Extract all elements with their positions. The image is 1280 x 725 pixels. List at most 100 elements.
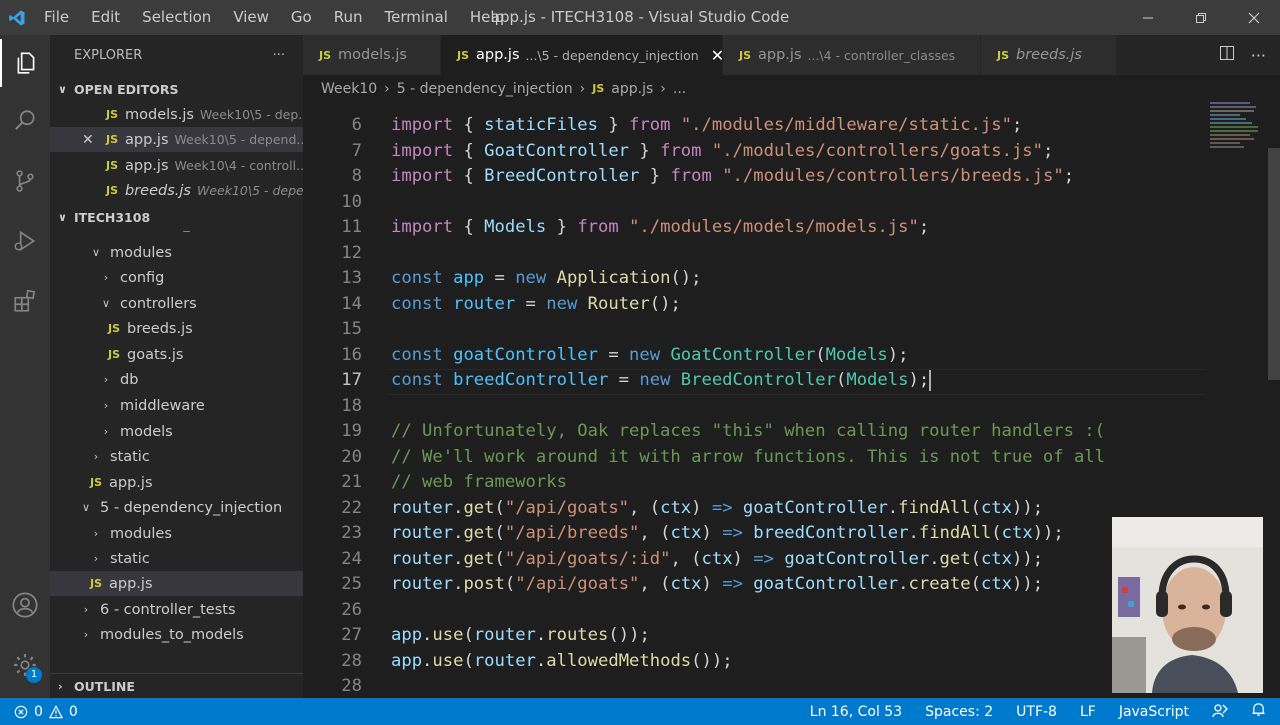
notifications-button[interactable] xyxy=(1251,702,1266,721)
breadcrumb-separator: › xyxy=(660,80,666,97)
line-number: 22 xyxy=(341,498,362,518)
chevron-right-icon: › xyxy=(103,271,109,284)
close-editor-icon[interactable]: ✕ xyxy=(82,132,94,148)
code-line: 15 xyxy=(303,317,1280,343)
tree-folder[interactable]: › modules_to_models xyxy=(50,622,303,647)
tree-folder[interactable]: › 6 - controller_tests xyxy=(50,597,303,622)
activity-search[interactable] xyxy=(0,97,50,145)
menu-help[interactable]: Help xyxy=(459,0,515,35)
status-right: Ln 16, Col 53 Spaces: 2 UTF-8 LF JavaScr… xyxy=(810,698,1266,725)
tab-path: ...\4 - controller_classes xyxy=(807,47,956,63)
restore-button[interactable] xyxy=(1174,0,1227,35)
workspace-section[interactable]: ∨ ITECH3108 xyxy=(50,204,303,230)
breadcrumb-item[interactable]: ... xyxy=(673,81,686,97)
live-share-button[interactable] xyxy=(1212,702,1228,722)
activity-accounts[interactable] xyxy=(0,581,50,629)
tree-folder[interactable]: › config xyxy=(50,265,303,290)
chevron-right-icon: › xyxy=(83,603,89,616)
menu-terminal[interactable]: Terminal xyxy=(374,0,459,35)
menu-selection[interactable]: Selection xyxy=(131,0,222,35)
activity-explorer[interactable] xyxy=(0,39,50,87)
tree-folder-label: modules xyxy=(110,244,172,261)
open-editors-section[interactable]: ∨ OPEN EDITORS xyxy=(50,76,303,102)
editor-scrollbar[interactable] xyxy=(1268,148,1280,380)
cursor-position[interactable]: Ln 16, Col 53 xyxy=(810,704,902,720)
js-file-icon: JS xyxy=(106,133,119,146)
indentation[interactable]: Spaces: 2 xyxy=(925,704,993,720)
encoding[interactable]: UTF-8 xyxy=(1016,704,1057,720)
line-number: 8 xyxy=(351,166,362,186)
open-editor-item[interactable]: ✕ JS app.js Week10\5 - depend... xyxy=(50,127,303,152)
breadcrumb-item[interactable]: 5 - dependency_injection xyxy=(397,81,573,97)
error-icon xyxy=(14,705,28,718)
tree-folder[interactable]: › db xyxy=(50,367,303,392)
extensions-icon xyxy=(14,289,36,312)
js-file-icon: JS xyxy=(108,322,121,335)
search-icon xyxy=(15,110,35,130)
close-window-button[interactable] xyxy=(1227,0,1280,35)
broadcast-icon xyxy=(1212,703,1228,717)
activity-manage[interactable] xyxy=(0,641,50,689)
run-debug-icon xyxy=(14,230,36,252)
tree-file[interactable]: JS breeds.js xyxy=(50,316,303,341)
js-file-icon: JS xyxy=(997,48,1010,62)
line-number: 11 xyxy=(341,217,362,237)
line-number: 28 xyxy=(341,676,362,696)
chevron-right-icon: › xyxy=(103,399,109,412)
tree-folder[interactable]: › modules xyxy=(50,521,303,546)
open-editor-item[interactable]: JS models.js Week10\5 - dep... xyxy=(50,102,303,127)
activity-run-debug[interactable] xyxy=(0,217,50,265)
tree-file[interactable]: JS app.js xyxy=(50,470,303,495)
menu-go[interactable]: Go xyxy=(280,0,323,35)
minimize-button[interactable] xyxy=(1121,0,1174,35)
menu-file[interactable]: File xyxy=(33,0,80,35)
tree-folder[interactable]: › static xyxy=(50,546,303,571)
menu-edit[interactable]: Edit xyxy=(80,0,131,35)
tree-folder[interactable]: › models xyxy=(50,419,303,444)
language-mode[interactable]: JavaScript xyxy=(1119,704,1189,720)
activity-source-control[interactable] xyxy=(0,157,50,205)
js-file-icon: JS xyxy=(739,48,752,62)
code-line: 14 const router = new Router(); xyxy=(303,292,1280,318)
activity-extensions[interactable] xyxy=(0,277,50,325)
tree-file-label: app.js xyxy=(109,474,153,491)
webcam-overlay xyxy=(1112,517,1263,693)
text-cursor xyxy=(929,369,932,391)
code-line: 16 const goatController = new GoatControl… xyxy=(303,343,1280,369)
line-number: 17 xyxy=(341,370,362,390)
js-file-icon: JS xyxy=(106,184,119,197)
menu-run[interactable]: Run xyxy=(323,0,374,35)
tree-file[interactable]: JS goats.js xyxy=(50,342,303,367)
tree-folder[interactable]: ∨ modules xyxy=(50,240,303,265)
breadcrumb-item[interactable]: app.js xyxy=(611,81,653,97)
minimap[interactable] xyxy=(1210,102,1266,162)
line-number: 16 xyxy=(341,345,362,365)
outline-section[interactable]: › OUTLINE xyxy=(50,673,303,699)
editor-more-button[interactable]: ··· xyxy=(1251,46,1266,65)
line-number: 23 xyxy=(341,523,362,543)
tree-folder[interactable]: ∨ controllers xyxy=(50,291,303,316)
tab-app-js[interactable]: JS app.js ...\4 - controller_classes xyxy=(723,35,981,75)
tree-folder[interactable]: › static xyxy=(50,444,303,469)
chevron-right-icon: › xyxy=(58,680,63,693)
tree-folder-label: static xyxy=(110,550,150,567)
split-editor-button[interactable] xyxy=(1219,45,1235,65)
tab-app-js-active[interactable]: JS app.js ...\5 - dependency_injection ✕ xyxy=(441,35,724,75)
tab-breeds-js[interactable]: JS breeds.js xyxy=(981,35,1117,75)
open-editor-item[interactable]: JS breeds.js Week10\5 - depe... xyxy=(50,178,303,203)
accounts-badge: 1 xyxy=(26,667,42,683)
menu-view[interactable]: View xyxy=(222,0,280,35)
tree-folder-label: middleware xyxy=(120,397,205,414)
tree-folder[interactable]: ∨ 5 - dependency_injection xyxy=(50,495,303,520)
open-editor-item[interactable]: JS app.js Week10\4 - controll... xyxy=(50,153,303,178)
tree-folder[interactable]: › middleware xyxy=(50,393,303,418)
js-file-icon: JS xyxy=(108,348,121,361)
problems-indicator[interactable]: 0 0 xyxy=(0,704,78,720)
breadcrumb-item[interactable]: Week10 xyxy=(321,81,377,97)
tree-file-selected[interactable]: JS app.js xyxy=(50,571,303,596)
more-actions-button[interactable]: ··· xyxy=(273,48,285,63)
tab-models-js[interactable]: JS models.js xyxy=(303,35,441,75)
open-editor-name: app.js xyxy=(125,157,169,174)
end-of-line[interactable]: LF xyxy=(1080,704,1096,720)
code-line: 6 import { staticFiles } from "./modules/… xyxy=(303,113,1280,139)
